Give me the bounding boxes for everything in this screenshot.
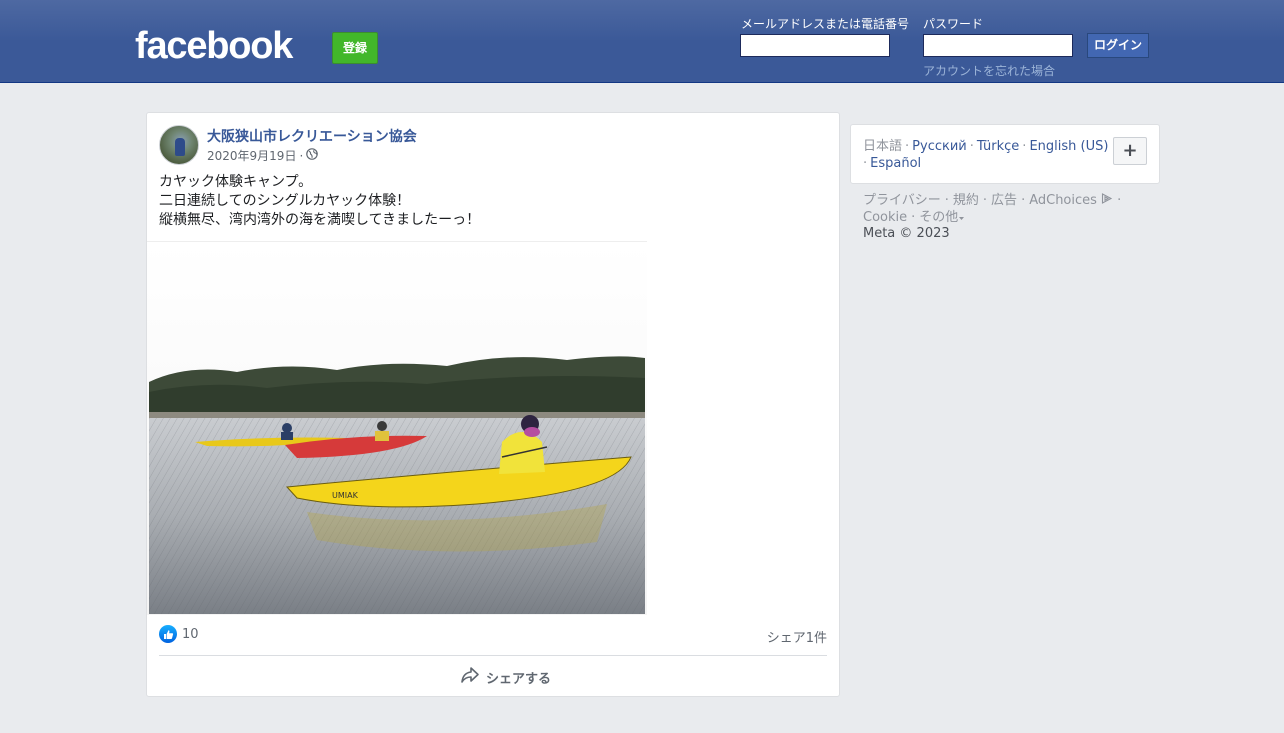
forgot-account-link[interactable]: アカウントを忘れた場合 bbox=[923, 62, 1055, 79]
post-date[interactable]: 2020年9月19日 bbox=[207, 147, 296, 164]
footer-link-privacy[interactable]: プライバシー bbox=[863, 193, 941, 208]
meta-separator: · bbox=[299, 148, 304, 163]
language-link[interactable]: Русский bbox=[912, 139, 967, 154]
kayak-label: UMIAK bbox=[332, 491, 359, 500]
like-icon bbox=[159, 625, 177, 643]
post-text-line: 二日連続してのシングルカヤック体験！ bbox=[159, 193, 411, 209]
footer-link-adchoices[interactable]: AdChoices bbox=[1029, 193, 1097, 208]
copyright: Meta © 2023 bbox=[863, 226, 950, 241]
share-button-label: シェアする bbox=[486, 671, 552, 687]
post-text-line: カヤック体験キャンプ。 bbox=[159, 174, 313, 190]
share-icon bbox=[460, 666, 480, 688]
adchoices-icon bbox=[1101, 193, 1113, 208]
language-link[interactable]: English (US) bbox=[1029, 139, 1108, 154]
like-count[interactable]: 10 bbox=[182, 627, 199, 642]
footer-link-cookie[interactable]: Cookie bbox=[863, 210, 907, 225]
language-box: 日本語 · Русский · Türkçe · English (US) · Español … bbox=[850, 124, 1160, 184]
action-divider bbox=[159, 655, 827, 656]
post-text: カヤック体験キャンプ。 二日連続してのシングルカヤック体験！ 縦横無尽、湾内湾外… bbox=[159, 173, 480, 230]
post-text-line: 縦横無尽、湾内湾外の海を満喫してきましたーっ！ bbox=[159, 212, 481, 228]
language-list: 日本語 · Русский · Türkçe · English (US) · Español bbox=[863, 139, 1109, 171]
share-button[interactable]: シェアする bbox=[460, 666, 551, 688]
post-photo[interactable]: UMIAK bbox=[147, 241, 647, 615]
password-label: パスワード bbox=[923, 17, 984, 31]
language-link[interactable]: Türkçe bbox=[977, 139, 1019, 154]
top-bar: facebook 登録 メールアドレスまたは電話番号 パスワード ログイン アカ… bbox=[0, 0, 1284, 83]
more-languages-button[interactable]: + bbox=[1113, 137, 1147, 165]
facebook-logo[interactable]: facebook bbox=[135, 26, 293, 66]
post-card: 大阪狭山市レクリエーション協会 2020年9月19日 · カヤック体験キャンプ。… bbox=[146, 112, 840, 697]
page-name-link[interactable]: 大阪狭山市レクリエーション協会 bbox=[207, 126, 417, 146]
email-input[interactable] bbox=[740, 34, 890, 57]
share-count[interactable]: シェア1件 bbox=[767, 627, 827, 646]
page-avatar[interactable] bbox=[159, 125, 199, 165]
login-button[interactable]: ログイン bbox=[1087, 33, 1149, 58]
language-link[interactable]: Español bbox=[870, 156, 921, 171]
footer-links: プライバシー · 規約 · 広告 · AdChoices · Cookie · その他 bbox=[863, 193, 1122, 225]
language-current: 日本語 bbox=[863, 139, 903, 154]
footer-link-ads[interactable]: 広告 bbox=[991, 193, 1017, 208]
post-meta: 2020年9月19日 · bbox=[207, 147, 319, 164]
caret-down-icon bbox=[958, 210, 965, 225]
password-input[interactable] bbox=[923, 34, 1073, 57]
footer-link-more[interactable]: その他 bbox=[919, 210, 958, 225]
globe-icon bbox=[306, 148, 319, 163]
reactions[interactable]: 10 bbox=[159, 625, 199, 643]
email-label: メールアドレスまたは電話番号 bbox=[741, 17, 910, 31]
signup-button[interactable]: 登録 bbox=[332, 32, 378, 64]
footer-link-terms[interactable]: 規約 bbox=[953, 193, 979, 208]
